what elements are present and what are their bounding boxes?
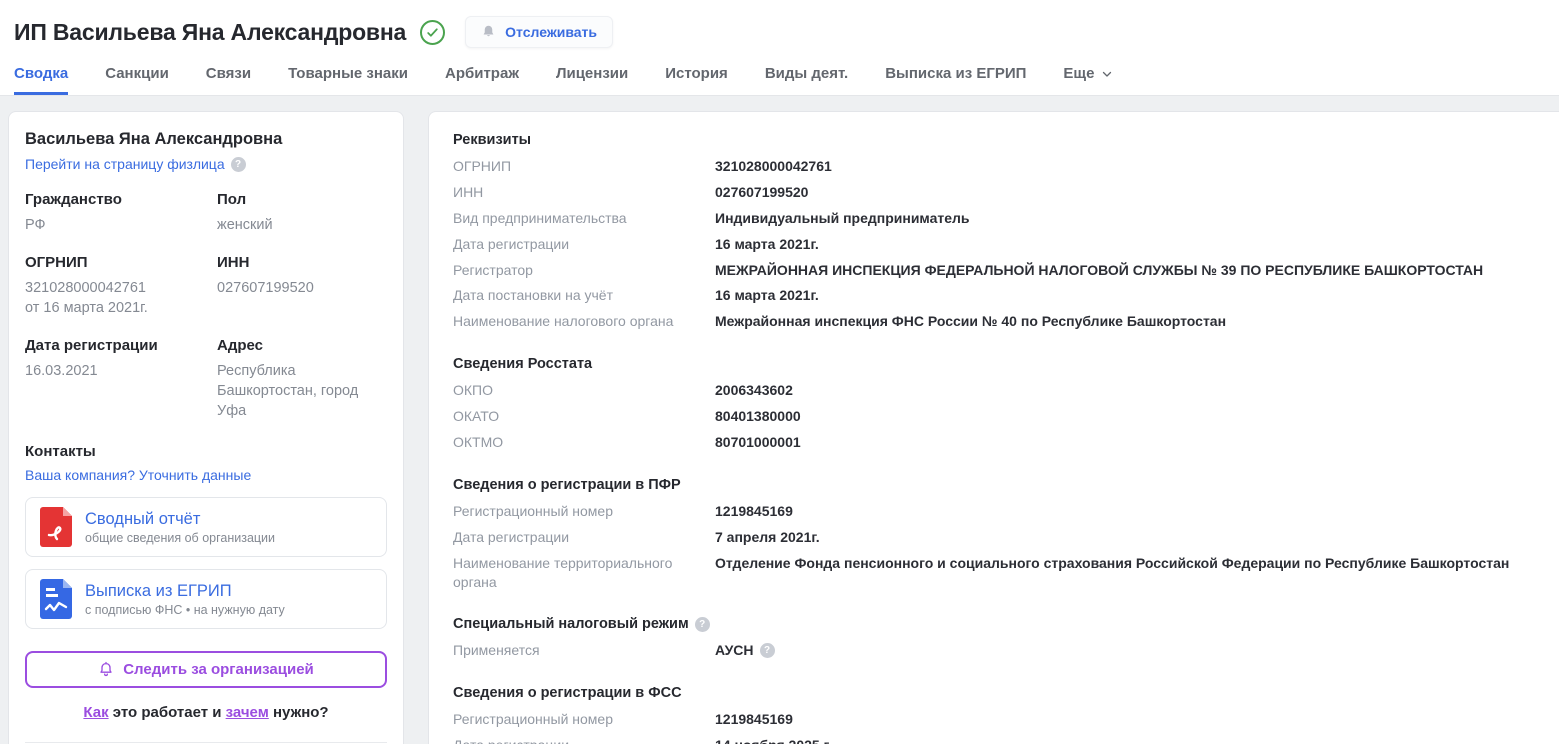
person-page-link[interactable]: Перейти на страницу физлица <box>25 156 225 172</box>
detail-row: Дата постановки на учёт 16 марта 2021г. <box>453 287 819 304</box>
summary-report-card[interactable]: Сводный отчёт общие сведения об организа… <box>25 497 387 557</box>
section-title: Реквизиты <box>453 132 532 148</box>
help-icon[interactable]: ? <box>759 643 775 659</box>
follow-button-label: Следить за организацией <box>123 661 314 678</box>
ogrnip-value: 321028000042761 <box>25 280 146 296</box>
gender-value: женский <box>217 217 273 233</box>
section-rekvizity: Реквизиты ОГРНИП 321028000042761 ИНН 02760… <box>453 132 1535 331</box>
contacts-label: Контакты <box>25 443 96 460</box>
divider <box>25 742 387 743</box>
tab-tovarnye-znaki[interactable]: Товарные знаки <box>288 65 408 95</box>
detail-row: Применяется АУСН ? <box>453 641 1535 660</box>
page-header: ИП Васильева Яна Александровна Отслежива… <box>0 0 1559 96</box>
tab-vypiska-egrip[interactable]: Выписка из ЕГРИП <box>885 65 1026 95</box>
help-icon[interactable]: ? <box>694 616 710 632</box>
detail-row: Наименование территориального органа Отде… <box>453 554 1510 590</box>
detail-row: Дата регистрации 7 апреля 2021г. <box>453 528 820 545</box>
tab-svodka[interactable]: Сводка <box>14 65 68 95</box>
address-label: Адрес <box>217 337 264 354</box>
tab-vidy-deyat[interactable]: Виды деят. <box>765 65 848 95</box>
person-name: Васильева Яна Александровна <box>25 130 283 148</box>
tab-bar: Сводка Санкции Связи Товарные знаки Арби… <box>14 65 1559 95</box>
tab-arbitrazh[interactable]: Арбитраж <box>445 65 519 95</box>
section-pfr: Сведения о регистрации в ПФР Регистрацио… <box>453 477 1535 592</box>
how-it-works-line: Как это работает и зачем нужно? <box>83 704 329 721</box>
pdf-icon <box>40 507 72 547</box>
entity-summary-card: Васильева Яна Александровна Перейти на с… <box>8 111 404 744</box>
verified-check-icon <box>420 19 446 45</box>
update-company-data-link[interactable]: Ваша компания? Уточнить данные <box>25 467 251 483</box>
egrip-extract-subtitle: с подписью ФНС • на нужную дату <box>85 602 285 617</box>
section-title: Сведения о регистрации в ФСС <box>453 685 682 702</box>
how-link[interactable]: Как <box>83 704 108 721</box>
detail-row: ОКПО 2006343602 <box>453 382 793 399</box>
section-tax-regime: Специальный налоговый режим ? Применяетс… <box>453 616 1535 660</box>
gender-label: Пол <box>217 191 247 208</box>
main-area: Васильева Яна Александровна Перейти на с… <box>0 96 1559 744</box>
egrip-doc-icon <box>40 579 72 619</box>
follow-organization-button[interactable]: Следить за организацией <box>25 651 387 688</box>
detail-row: Вид предпринимательства Индивидуальный пр… <box>453 209 970 226</box>
detail-row: Регистрационный номер 1219845169 <box>453 711 793 728</box>
section-rosstat: Сведения Росстата ОКПО 2006343602 ОКАТО 80… <box>453 356 1535 452</box>
field-pair-ogrnip-inn: ОГРНИП 321028000042761 от 16 марта 2021г… <box>25 254 387 318</box>
summary-report-subtitle: общие сведения об организации <box>85 530 276 545</box>
inn-value: 027607199520 <box>217 280 314 296</box>
inn-label: ИНН <box>217 254 250 271</box>
detail-row: ОКАТО 80401380000 <box>453 408 801 425</box>
citizenship-value: РФ <box>25 217 46 233</box>
tab-licenzii[interactable]: Лицензии <box>556 65 628 95</box>
detail-row: Дата регистрации14 ноября 2025 г. <box>453 736 1535 744</box>
detail-row: ОКТМО 80701000001 <box>453 434 801 451</box>
detail-row: Дата регистрации 16 марта 2021г. <box>453 235 819 252</box>
track-button[interactable]: Отслеживать <box>465 16 614 48</box>
details-card: Реквизиты ОГРНИП 321028000042761 ИНН 02760… <box>428 111 1559 744</box>
section-title: Сведения о регистрации в ПФР <box>453 476 681 493</box>
section-title: Специальный налоговый режим ? <box>453 616 1535 632</box>
why-link[interactable]: зачем <box>226 704 269 721</box>
detail-row: Наименование налогового органа Межрайонна… <box>453 313 1227 330</box>
egrip-extract-card[interactable]: Выписка из ЕГРИП с подписью ФНС • на нуж… <box>25 569 387 629</box>
citizenship-label: Гражданство <box>25 191 122 208</box>
bell-icon <box>483 25 494 37</box>
help-icon[interactable]: ? <box>230 156 246 172</box>
ogrnip-label: ОГРНИП <box>25 254 88 271</box>
regdate-value: 16.03.2021 <box>25 363 98 379</box>
page-title: ИП Васильева Яна Александровна <box>14 18 407 45</box>
tab-more[interactable]: Еще <box>1063 65 1113 95</box>
detail-row: Регистратор МЕЖРАЙОННАЯ ИНСПЕКЦИЯ ФЕДЕРАЛ… <box>453 261 1484 278</box>
summary-report-title: Сводный отчёт <box>85 509 201 528</box>
detail-row: Регистрационный номер 1219845169 <box>453 502 793 519</box>
egrip-extract-title: Выписка из ЕГРИП <box>85 581 232 600</box>
detail-row: ИНН 027607199520 <box>453 183 809 200</box>
section-title: Сведения Росстата <box>453 356 593 373</box>
field-pair-regdate-address: Дата регистрации 16.03.2021 Адрес Респуб… <box>25 337 387 421</box>
tab-istoriya[interactable]: История <box>665 65 728 95</box>
detail-row: ОГРНИП 321028000042761 <box>453 158 832 174</box>
track-button-label: Отслеживать <box>505 24 598 40</box>
address-value: Республика Башкортостан, город Уфа <box>217 363 359 419</box>
title-row: ИП Васильева Яна Александровна Отслежива… <box>14 0 1559 48</box>
regdate-label: Дата регистрации <box>25 337 158 354</box>
chevron-down-icon <box>1103 71 1112 77</box>
tab-svyazi[interactable]: Связи <box>206 65 251 95</box>
field-pair-citizenship-gender: Гражданство РФ Пол женский <box>25 191 387 235</box>
section-fss: Сведения о регистрации в ФСС Регистрацио… <box>453 685 1535 744</box>
ogrnip-date: от 16 марта 2021г. <box>25 300 148 316</box>
bell-outline-icon <box>100 661 112 677</box>
tab-sankcii[interactable]: Санкции <box>105 65 169 95</box>
